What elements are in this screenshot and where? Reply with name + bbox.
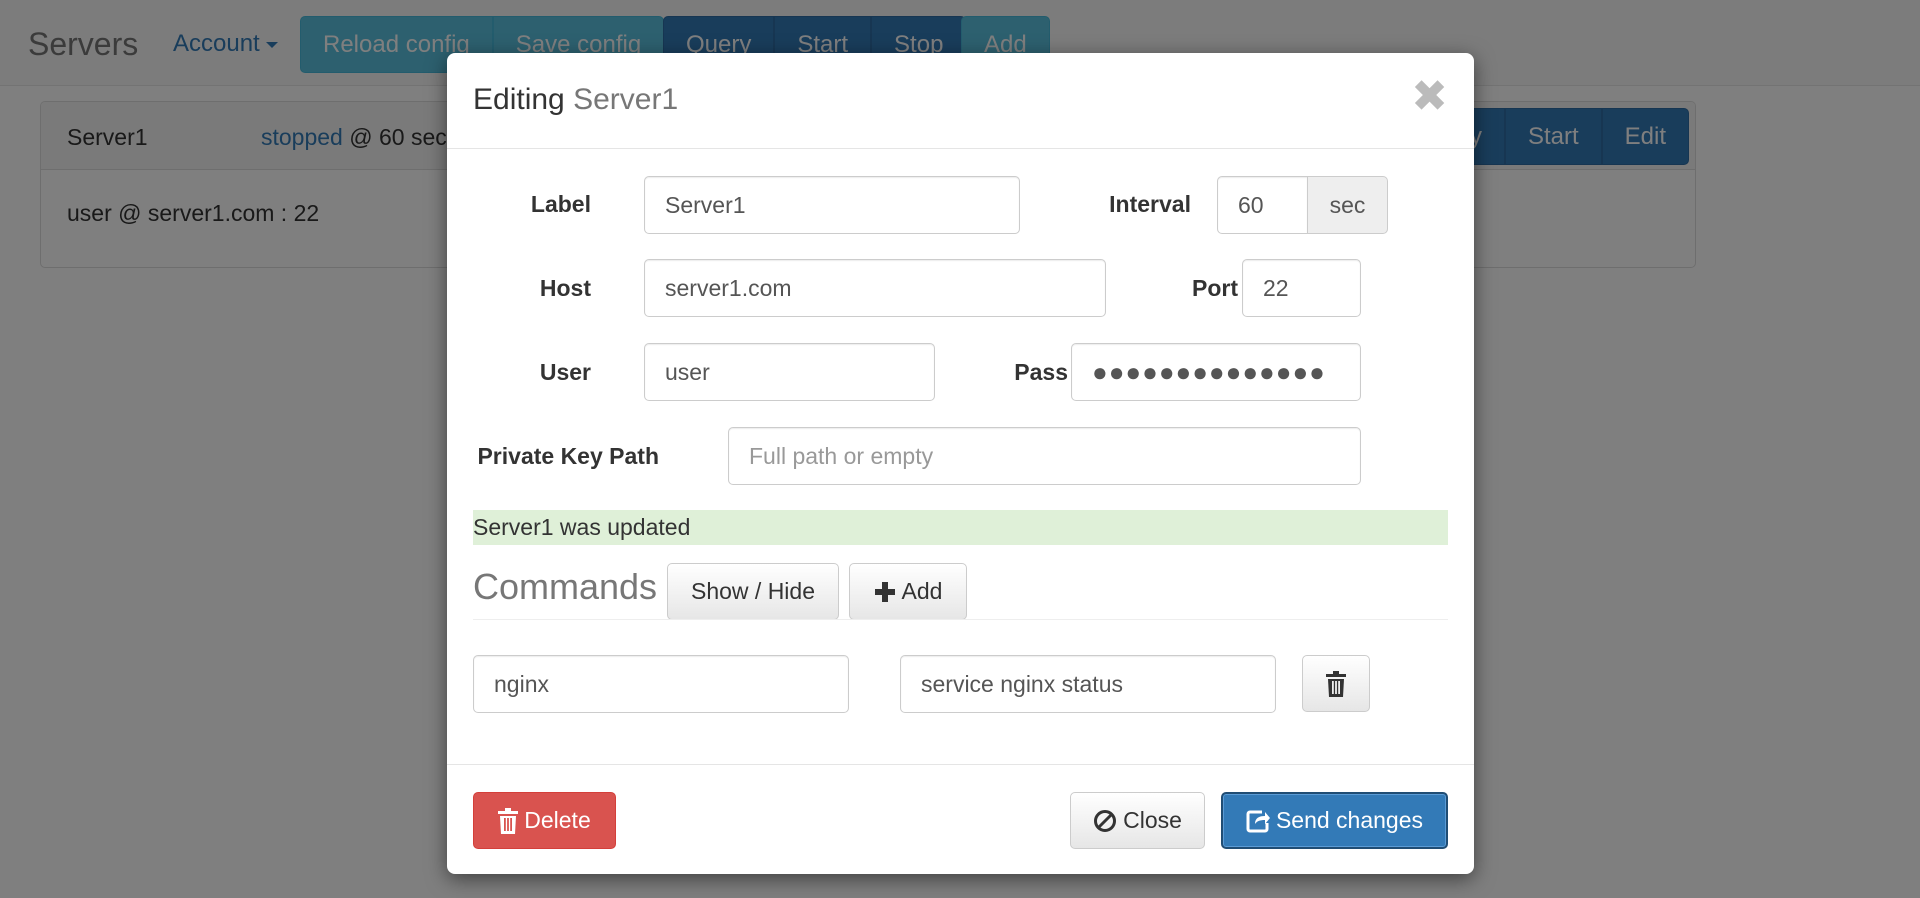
send-changes-label: Send changes	[1275, 807, 1424, 833]
label-field-label: Label	[530, 191, 591, 217]
user-input[interactable]: user	[644, 343, 935, 401]
modal-footer-divider	[447, 764, 1474, 765]
commands-divider	[473, 619, 1448, 620]
port-field-label: Port	[1192, 275, 1238, 301]
plus-icon	[874, 581, 896, 603]
commands-heading: Commands	[473, 566, 658, 607]
add-command-label: Add	[901, 578, 943, 604]
modal-title: Editing Server1	[473, 83, 678, 117]
port-input[interactable]: 22	[1242, 259, 1361, 317]
add-command-button[interactable]: Add	[849, 563, 967, 620]
host-field-label: Host	[539, 275, 591, 301]
command-value-input[interactable]: service nginx status	[900, 655, 1276, 713]
user-field-label: User	[539, 359, 591, 385]
modal-title-name: Server1	[573, 83, 679, 116]
delete-server-label: Delete	[524, 807, 591, 833]
host-input[interactable]: server1.com	[644, 259, 1106, 317]
show-hide-commands-button[interactable]: Show / Hide	[667, 563, 839, 620]
trash-icon	[1326, 670, 1346, 697]
modal-title-prefix: Editing	[473, 83, 565, 116]
interval-unit-addon: sec	[1307, 176, 1388, 234]
pass-field-label: Pass	[1014, 359, 1068, 385]
command-name-input[interactable]: nginx	[473, 655, 849, 713]
share-icon	[1246, 809, 1270, 833]
ban-icon	[1093, 809, 1117, 833]
send-changes-button[interactable]: Send changes	[1221, 792, 1448, 849]
close-modal-button[interactable]: Close	[1070, 792, 1205, 849]
trash-icon	[498, 807, 519, 834]
label-input[interactable]: Server1	[644, 176, 1020, 234]
delete-command-button[interactable]	[1302, 655, 1370, 712]
interval-field-label: Interval	[1109, 191, 1191, 217]
edit-server-modal: Editing Server1 ✖ Label Server1 Interval…	[447, 53, 1474, 874]
private-key-field-label: Private Key Path	[477, 443, 659, 469]
close-modal-label: Close	[1123, 807, 1182, 833]
private-key-input[interactable]: Full path or empty	[728, 427, 1361, 485]
status-alert: Server1 was updated	[473, 510, 1448, 545]
delete-server-button[interactable]: Delete	[473, 792, 616, 849]
password-input[interactable]: ●●●●●●●●●●●●●●	[1071, 343, 1361, 401]
modal-header: Editing Server1 ✖	[447, 53, 1474, 149]
close-icon[interactable]: ✖	[1411, 75, 1448, 119]
interval-input[interactable]: 60	[1217, 176, 1308, 234]
